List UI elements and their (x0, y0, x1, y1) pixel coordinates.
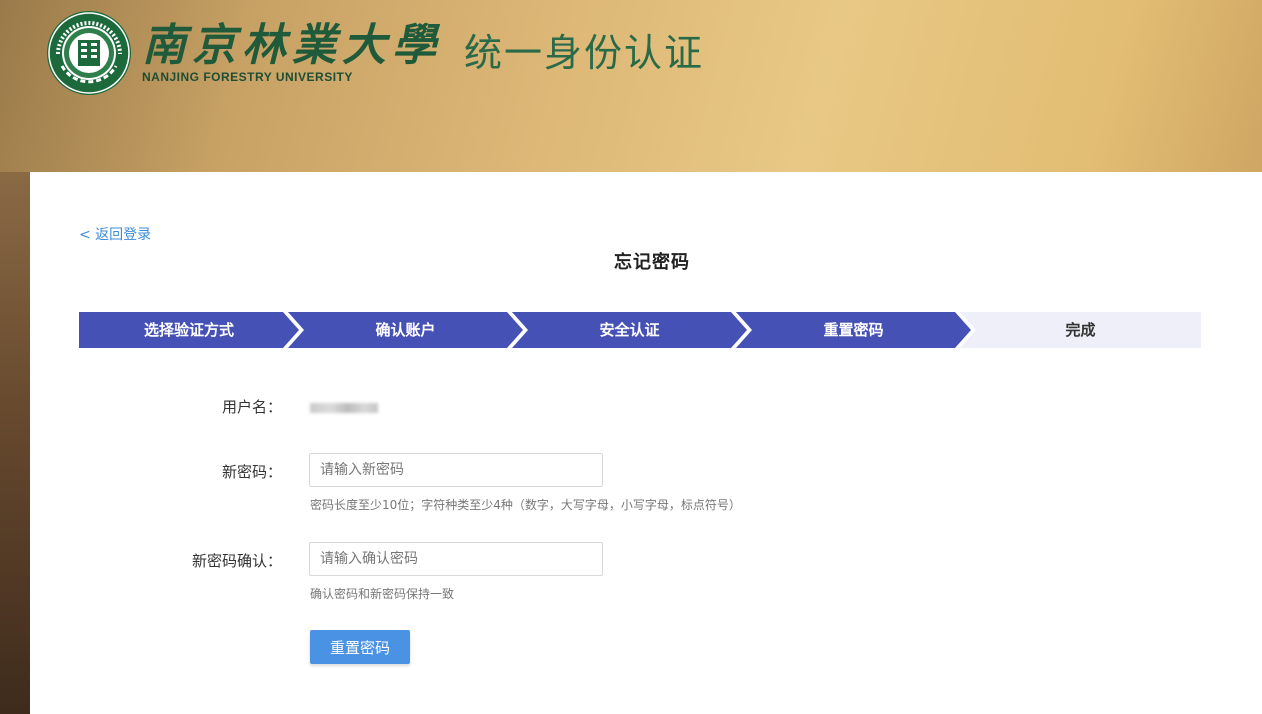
confirm-password-label: 新密码确认： (191, 552, 282, 570)
step-label: 确认账户 (375, 321, 436, 339)
step-label: 重置密码 (823, 321, 884, 339)
step-reset-password: 重置密码 (736, 312, 971, 348)
page-title: 忘记密码 (614, 252, 690, 273)
back-to-login-link[interactable]: < 返回登录 (79, 224, 151, 244)
university-name-cn: 南京林業大學 (142, 20, 442, 71)
reset-password-card: < 返回登录 忘记密码 选择验证方式 确认账户 安全认证 重置密码 完成 用户名… (30, 172, 1262, 714)
reset-password-button[interactable]: 重置密码 (310, 630, 410, 664)
university-name-en: NANJING FORESTRY UNIVERSITY (142, 70, 353, 84)
step-confirm-account: 确认账户 (288, 312, 523, 348)
step-label: 完成 (1065, 321, 1096, 339)
new-password-hint: 密码长度至少10位；字符种类至少4种（数字，大写字母，小写字母，标点符号） (310, 498, 741, 512)
step-label: 安全认证 (599, 321, 660, 339)
username-label: 用户名： (221, 398, 282, 416)
left-decor-band (0, 172, 30, 714)
new-password-label: 新密码： (221, 463, 282, 481)
confirm-password-input[interactable] (309, 542, 603, 576)
step-complete: 完成 (960, 312, 1201, 348)
university-seal-icon (47, 11, 131, 95)
step-choose-method: 选择验证方式 (79, 312, 299, 348)
step-label: 选择验证方式 (143, 321, 234, 339)
new-password-input[interactable] (309, 453, 603, 487)
header-banner: 南京林業大學 NANJING FORESTRY UNIVERSITY 统一身份认… (0, 0, 1262, 172)
confirm-password-hint: 确认密码和新密码保持一致 (310, 587, 455, 601)
page: 南京林業大學 NANJING FORESTRY UNIVERSITY 统一身份认… (0, 0, 1262, 714)
progress-steps: 选择验证方式 确认账户 安全认证 重置密码 完成 (79, 312, 1201, 348)
university-logo: 南京林業大學 NANJING FORESTRY UNIVERSITY 统一身份认… (46, 10, 704, 96)
step-security-auth: 安全认证 (512, 312, 747, 348)
username-value-blurred (310, 403, 378, 413)
system-title: 统一身份认证 (464, 30, 705, 75)
